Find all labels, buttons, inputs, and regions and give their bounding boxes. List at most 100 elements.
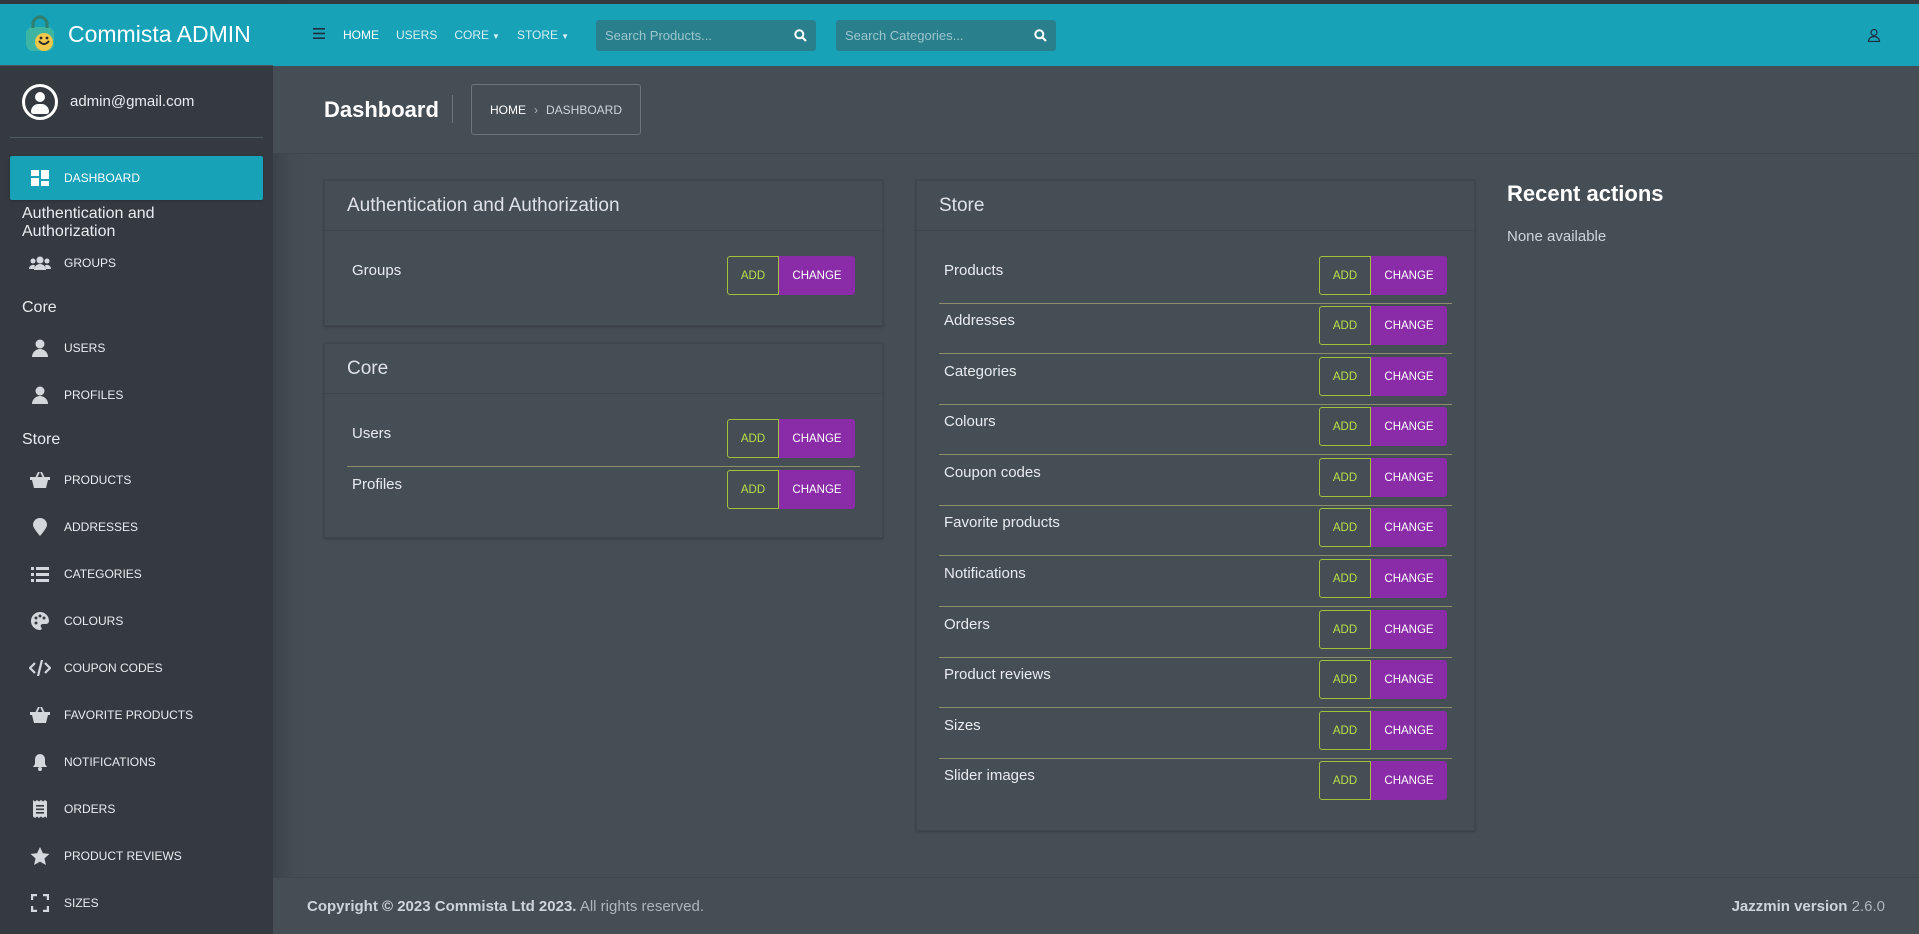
app-card-core: Core Users ADD CHANGE Profiles ADD CHANG… — [324, 343, 883, 538]
model-link-slider-images[interactable]: Slider images — [944, 767, 1035, 784]
expand-icon — [28, 893, 52, 913]
title-divider — [452, 95, 453, 123]
search-products-form — [595, 19, 816, 51]
model-link-notifications[interactable]: Notifications — [944, 565, 1026, 582]
model-link-groups[interactable]: Groups — [352, 262, 401, 279]
add-button[interactable]: ADD — [727, 419, 779, 458]
sidebar-item-notifications[interactable]: Notifications — [10, 740, 263, 784]
sidebar-item-addresses[interactable]: Addresses — [10, 505, 263, 549]
add-button[interactable]: ADD — [1319, 761, 1371, 800]
version-number: 2.6.0 — [1851, 897, 1885, 915]
sidebar-item-groups[interactable]: Groups — [10, 241, 263, 285]
change-button[interactable]: CHANGE — [1371, 610, 1447, 649]
breadcrumb-home-link[interactable]: Home — [490, 103, 526, 117]
sidebar-item-coupon-codes[interactable]: Coupon codes — [10, 646, 263, 690]
sidebar-item-favorite-products[interactable]: Favorite products — [10, 693, 263, 737]
change-button[interactable]: CHANGE — [1371, 306, 1447, 345]
nav-dropdown-core[interactable]: Core ▼ — [454, 28, 500, 42]
sidebar-item-users[interactable]: Users — [10, 326, 263, 370]
model-link-profiles[interactable]: Profiles — [352, 476, 402, 493]
model-link-sizes[interactable]: Sizes — [944, 717, 981, 734]
user-menu-icon[interactable] — [1867, 28, 1881, 43]
sidebar-item-label: Orders — [64, 802, 116, 816]
add-button[interactable]: ADD — [1319, 458, 1371, 497]
model-link-addresses[interactable]: Addresses — [944, 312, 1015, 329]
model-actions: ADD CHANGE — [727, 419, 855, 458]
sidebar-item-label: Categories — [64, 567, 142, 581]
change-button[interactable]: CHANGE — [1371, 559, 1447, 598]
sidebar-item-sizes[interactable]: Sizes — [10, 881, 263, 925]
change-button[interactable]: CHANGE — [1371, 407, 1447, 446]
palette-icon — [28, 611, 52, 631]
add-button[interactable]: ADD — [1319, 256, 1371, 295]
model-row-categories: Categories ADD CHANGE — [939, 354, 1452, 405]
add-button[interactable]: ADD — [1319, 711, 1371, 750]
model-row-addresses: Addresses ADD CHANGE — [939, 303, 1452, 354]
sidebar-item-profiles[interactable]: Profiles — [10, 373, 263, 417]
change-button[interactable]: CHANGE — [779, 256, 855, 295]
search-products-input[interactable] — [595, 27, 786, 43]
sidebar-item-colours[interactable]: Colours — [10, 599, 263, 643]
version-label: Jazzmin version — [1731, 897, 1848, 915]
search-icon — [1034, 28, 1048, 42]
change-button[interactable]: CHANGE — [1371, 508, 1447, 547]
change-button[interactable]: CHANGE — [1371, 711, 1447, 750]
change-button[interactable]: CHANGE — [779, 470, 855, 509]
users-icon — [28, 253, 52, 273]
model-link-favorite-products[interactable]: Favorite products — [944, 514, 1060, 531]
model-link-orders[interactable]: Orders — [944, 616, 990, 633]
model-link-products[interactable]: Products — [944, 262, 1003, 279]
model-link-users[interactable]: Users — [352, 425, 391, 442]
add-button[interactable]: ADD — [1319, 407, 1371, 446]
add-button[interactable]: ADD — [1319, 610, 1371, 649]
sidebar: Commista ADMIN admin@gmail.com Dashboard… — [0, 4, 273, 934]
add-button[interactable]: ADD — [1319, 660, 1371, 699]
user-panel[interactable]: admin@gmail.com — [10, 66, 263, 138]
nav-link-home[interactable]: Home — [343, 28, 379, 42]
model-actions: ADD CHANGE — [1319, 610, 1447, 649]
change-button[interactable]: CHANGE — [1371, 660, 1447, 699]
hamburger-menu-icon[interactable] — [313, 26, 325, 44]
search-categories-button[interactable] — [1026, 20, 1056, 51]
nav-dropdown-label: Core — [454, 28, 490, 42]
add-button[interactable]: ADD — [1319, 508, 1371, 547]
search-categories-input[interactable] — [835, 27, 1026, 43]
card-title: Store — [917, 181, 1474, 231]
sidebar-item-label: Colours — [64, 614, 124, 628]
nav-dropdown-store[interactable]: Store ▼ — [517, 28, 569, 42]
model-link-colours[interactable]: Colours — [944, 413, 996, 430]
user-icon — [28, 338, 52, 358]
add-button[interactable]: ADD — [1319, 306, 1371, 345]
change-button[interactable]: CHANGE — [1371, 256, 1447, 295]
footer-version: Jazzmin version 2.6.0 — [1732, 898, 1885, 915]
change-button[interactable]: CHANGE — [779, 419, 855, 458]
add-button[interactable]: ADD — [1319, 357, 1371, 396]
search-products-button[interactable] — [786, 20, 816, 51]
sidebar-item-orders[interactable]: Orders — [10, 787, 263, 831]
sidebar-item-products[interactable]: Products — [10, 458, 263, 502]
change-button[interactable]: CHANGE — [1371, 761, 1447, 800]
list-icon — [28, 564, 52, 584]
model-link-categories[interactable]: Categories — [944, 363, 1017, 380]
model-actions: ADD CHANGE — [1319, 660, 1447, 699]
search-categories-form — [835, 19, 1056, 51]
sidebar-item-product-reviews[interactable]: Product reviews — [10, 834, 263, 878]
map-pin-icon — [28, 517, 52, 537]
bell-icon — [28, 752, 52, 772]
sidebar-item-label: Groups — [64, 256, 117, 270]
change-button[interactable]: CHANGE — [1371, 458, 1447, 497]
sidebar-item-dashboard[interactable]: Dashboard — [10, 156, 263, 200]
nav-link-users[interactable]: Users — [396, 28, 437, 42]
nav-dropdown-label: Store — [516, 28, 559, 42]
add-button[interactable]: ADD — [727, 470, 779, 509]
change-button[interactable]: CHANGE — [1371, 357, 1447, 396]
model-link-product-reviews[interactable]: Product reviews — [944, 666, 1051, 683]
user-email: admin@gmail.com — [70, 93, 195, 110]
add-button[interactable]: ADD — [1319, 559, 1371, 598]
brand-link[interactable]: Commista ADMIN — [0, 4, 273, 66]
model-row-groups: Groups ADD CHANGE — [347, 253, 860, 304]
add-button[interactable]: ADD — [727, 256, 779, 295]
caret-down-icon: ▼ — [492, 32, 500, 41]
model-link-coupon-codes[interactable]: Coupon codes — [944, 464, 1041, 481]
sidebar-item-categories[interactable]: Categories — [10, 552, 263, 596]
